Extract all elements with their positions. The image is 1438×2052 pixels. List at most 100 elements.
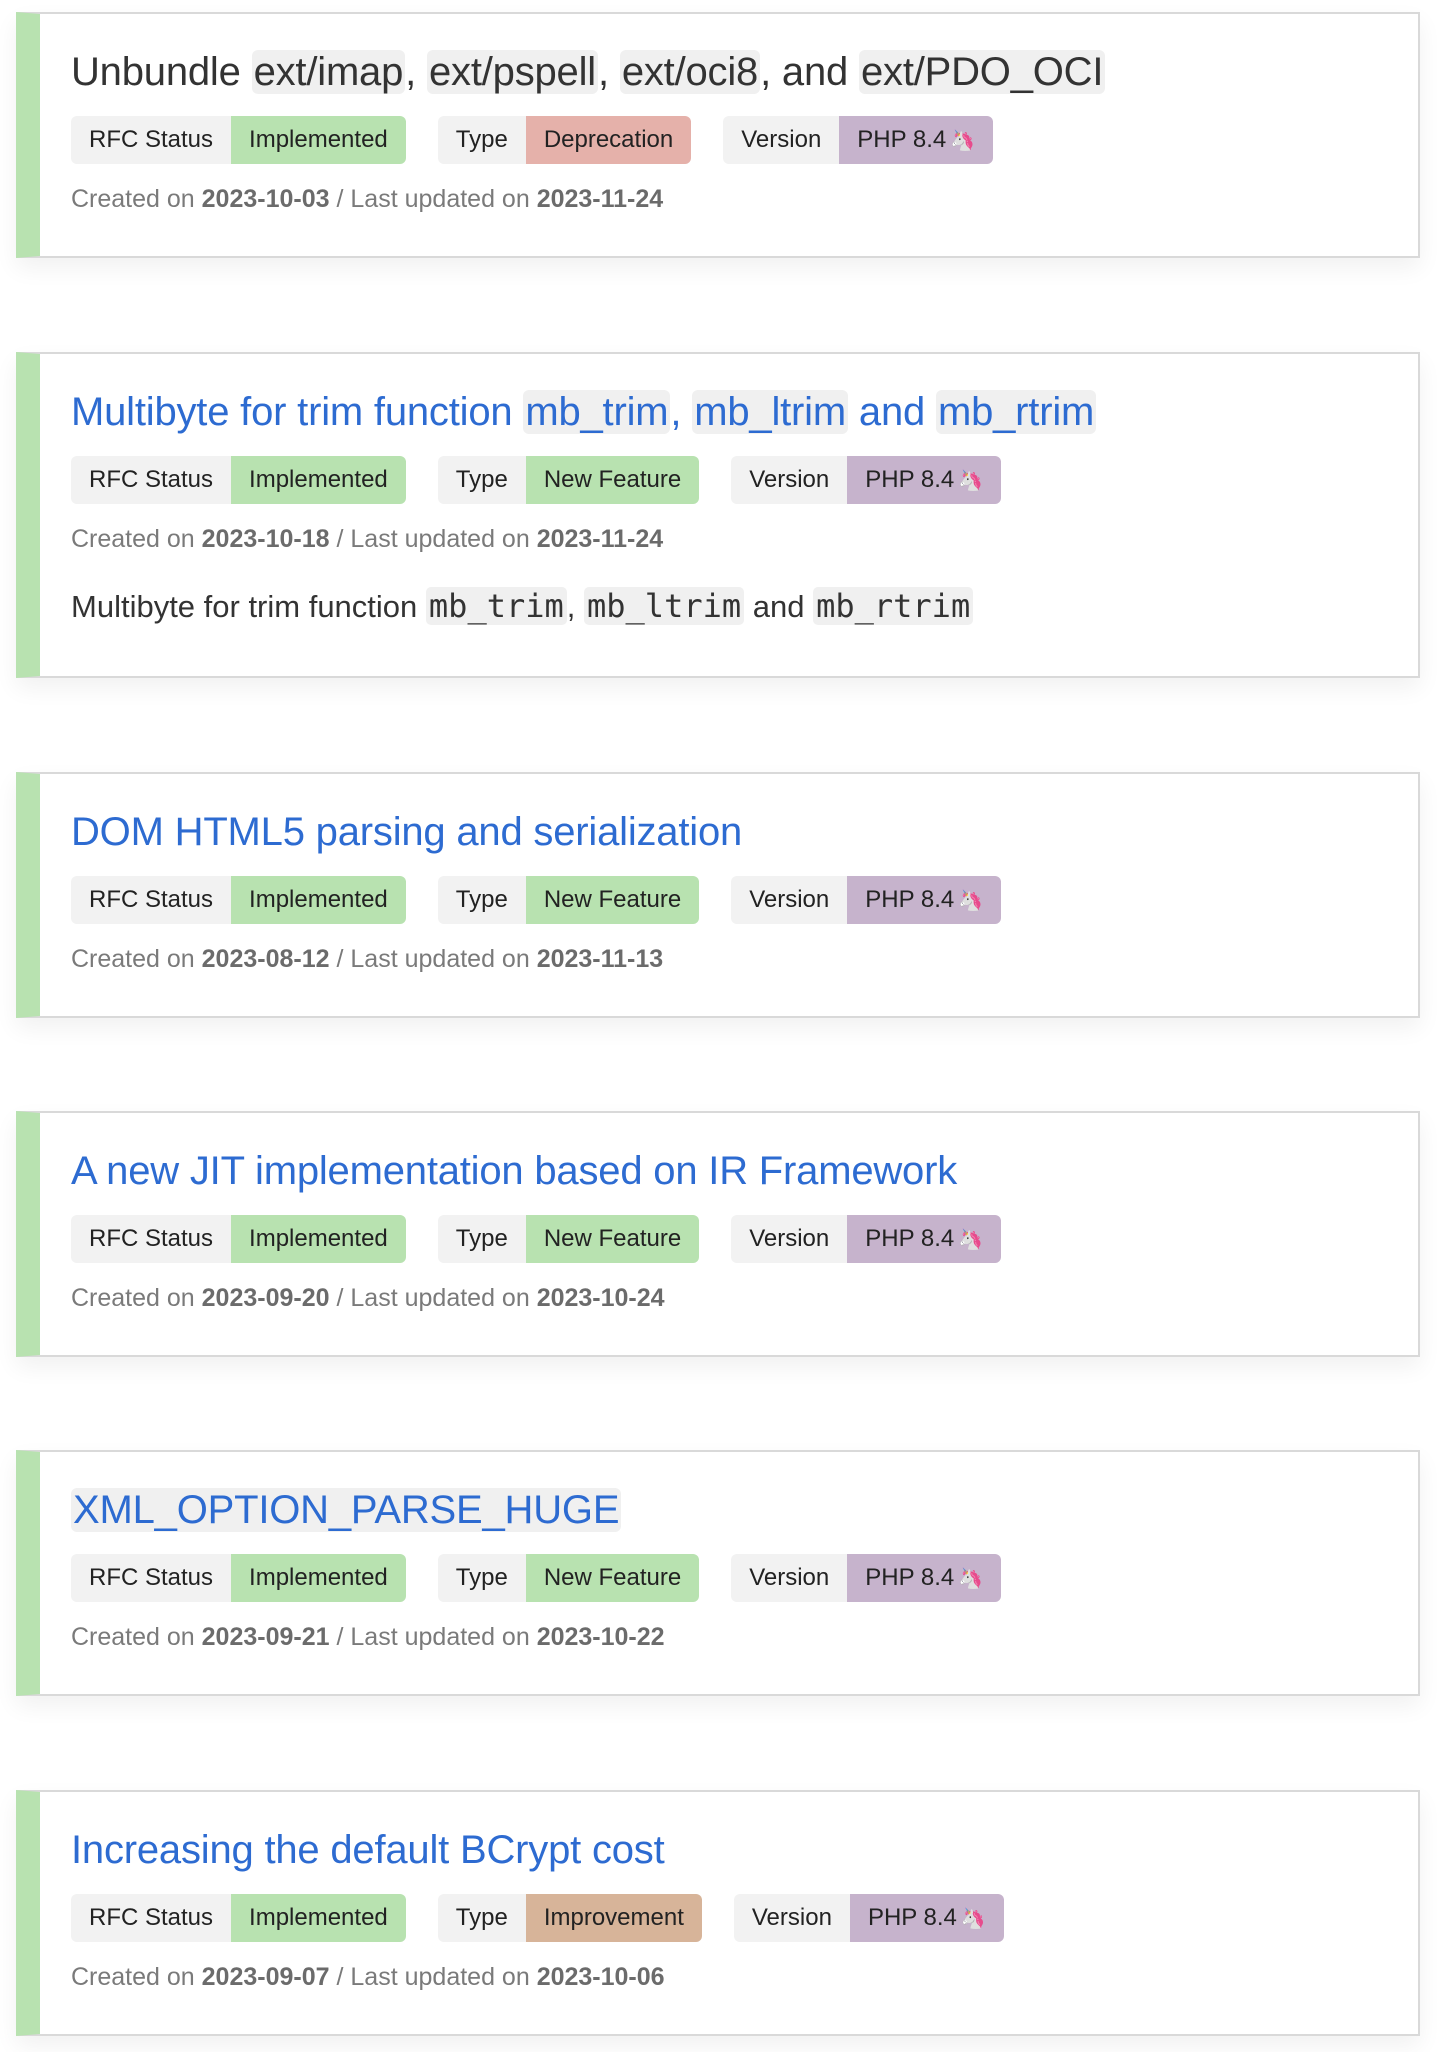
rfc-dates: Created on 2023-09-07 / Last updated on … bbox=[71, 1960, 1386, 1994]
version-label: Version bbox=[731, 876, 848, 924]
desc-text: and bbox=[744, 589, 814, 624]
updated-label: Last updated on bbox=[350, 1284, 530, 1312]
status-badge: Implemented bbox=[231, 1554, 406, 1602]
rfc-title-link[interactable]: A new JIT implementation based on IR Fra… bbox=[71, 1145, 1386, 1197]
updated-date: 2023-10-22 bbox=[536, 1623, 665, 1651]
updated-date: 2023-11-13 bbox=[536, 945, 664, 973]
rfc-title: Unbundle ext/imap, ext/pspell, ext/oci8,… bbox=[71, 46, 1386, 98]
date-separator: / bbox=[336, 945, 344, 973]
type-tag: Type Deprecation bbox=[437, 116, 692, 164]
updated-label: Last updated on bbox=[350, 1623, 530, 1651]
status-badge: Implemented bbox=[231, 1894, 406, 1942]
status-label: RFC Status bbox=[71, 876, 232, 924]
tag-row: RFC Status Implemented Type Deprecation Ve… bbox=[71, 116, 1386, 164]
title-code: ext/imap bbox=[251, 50, 406, 94]
type-badge: Deprecation bbox=[525, 116, 692, 164]
status-badge: Implemented bbox=[231, 876, 406, 924]
version-label: Version bbox=[733, 1894, 850, 1942]
version-tag: Version PHP 8.4 🦄 bbox=[731, 1215, 1002, 1263]
desc-code: mb_trim bbox=[425, 587, 567, 625]
status-label: RFC Status bbox=[71, 456, 232, 504]
title-code[interactable]: mb_trim bbox=[523, 390, 671, 434]
version-tag: Version PHP 8.4 🦄 bbox=[731, 876, 1002, 924]
status-tag: RFC Status Implemented bbox=[71, 1894, 406, 1942]
version-badge: PHP 8.4 🦄 bbox=[849, 1894, 1004, 1942]
desc-code: mb_rtrim bbox=[813, 587, 974, 625]
status-tag: RFC Status Implemented bbox=[71, 1554, 406, 1602]
status-tag: RFC Status Implemented bbox=[71, 116, 406, 164]
type-label: Type bbox=[437, 876, 526, 924]
type-badge: New Feature bbox=[525, 876, 700, 924]
version-tag: Version PHP 8.4 🦄 bbox=[731, 1554, 1002, 1602]
rfc-dates: Created on 2023-10-18 / Last updated on … bbox=[71, 522, 1386, 556]
status-label: RFC Status bbox=[71, 1215, 232, 1263]
rfc-title-link[interactable]: XML_OPTION_PARSE_HUGE bbox=[71, 1484, 1386, 1536]
type-tag: Type Improvement bbox=[437, 1894, 702, 1942]
version-text: PHP 8.4 bbox=[865, 466, 955, 493]
title-code[interactable]: XML_OPTION_PARSE_HUGE bbox=[71, 1488, 622, 1532]
rfc-card: Unbundle ext/imap, ext/pspell, ext/oci8,… bbox=[16, 12, 1420, 258]
updated-label: Last updated on bbox=[350, 945, 530, 973]
updated-label: Last updated on bbox=[350, 1963, 530, 1991]
version-badge: PHP 8.4 🦄 bbox=[847, 876, 1002, 924]
rfc-title-link[interactable]: Increasing the default BCrypt cost bbox=[71, 1824, 1386, 1876]
version-label: Version bbox=[723, 116, 840, 164]
created-date: 2023-09-21 bbox=[201, 1623, 330, 1651]
rfc-card: A new JIT implementation based on IR Fra… bbox=[16, 1111, 1420, 1357]
status-tag: RFC Status Implemented bbox=[71, 1215, 406, 1263]
version-text: PHP 8.4 bbox=[865, 886, 955, 913]
created-date: 2023-08-12 bbox=[201, 945, 330, 973]
created-date: 2023-09-20 bbox=[201, 1284, 330, 1312]
type-label: Type bbox=[437, 116, 526, 164]
title-code[interactable]: mb_rtrim bbox=[935, 390, 1097, 434]
rfc-list: Unbundle ext/imap, ext/pspell, ext/oci8,… bbox=[0, 0, 1438, 2052]
type-label: Type bbox=[437, 1894, 526, 1942]
unicorn-icon: 🦄 bbox=[958, 1229, 984, 1251]
title-code: ext/oci8 bbox=[619, 50, 761, 94]
title-code: ext/pspell bbox=[426, 50, 598, 94]
date-separator: / bbox=[336, 185, 344, 213]
created-date: 2023-10-18 bbox=[201, 525, 330, 553]
status-tag: RFC Status Implemented bbox=[71, 876, 406, 924]
rfc-card: DOM HTML5 parsing and serialization RFC … bbox=[16, 772, 1420, 1018]
rfc-card: Multibyte for trim function mb_trim, mb_… bbox=[16, 352, 1420, 678]
rfc-title-link[interactable]: DOM HTML5 parsing and serialization bbox=[71, 806, 1386, 858]
title-code: ext/PDO_OCI bbox=[858, 50, 1106, 94]
title-text: Unbundle bbox=[71, 50, 252, 94]
tag-row: RFC Status Implemented Type New Feature Ve… bbox=[71, 456, 1386, 504]
type-tag: Type New Feature bbox=[437, 1215, 700, 1263]
updated-date: 2023-10-06 bbox=[536, 1963, 665, 1991]
title-code[interactable]: mb_ltrim bbox=[692, 390, 848, 434]
title-text[interactable]: , bbox=[670, 390, 692, 434]
title-text[interactable]: and bbox=[848, 390, 936, 434]
version-label: Version bbox=[731, 1215, 848, 1263]
version-tag: Version PHP 8.4 🦄 bbox=[731, 456, 1002, 504]
title-text: , bbox=[597, 50, 620, 94]
rfc-dates: Created on 2023-10-03 / Last updated on … bbox=[71, 182, 1386, 216]
type-tag: Type New Feature bbox=[437, 456, 700, 504]
type-tag: Type New Feature bbox=[437, 1554, 700, 1602]
desc-text: , bbox=[566, 589, 584, 624]
updated-label: Last updated on bbox=[350, 525, 530, 553]
status-label: RFC Status bbox=[71, 1554, 232, 1602]
type-label: Type bbox=[437, 1554, 526, 1602]
status-badge: Implemented bbox=[231, 116, 406, 164]
tag-row: RFC Status Implemented Type New Feature Ve… bbox=[71, 1554, 1386, 1602]
title-text: , and bbox=[760, 50, 859, 94]
version-tag: Version PHP 8.4 🦄 bbox=[733, 1894, 1004, 1942]
date-separator: / bbox=[336, 1284, 344, 1312]
version-text: PHP 8.4 bbox=[865, 1225, 955, 1252]
version-text: PHP 8.4 bbox=[867, 1904, 957, 1931]
type-badge: New Feature bbox=[525, 1215, 700, 1263]
version-label: Version bbox=[731, 456, 848, 504]
rfc-dates: Created on 2023-09-20 / Last updated on … bbox=[71, 1281, 1386, 1315]
title-text[interactable]: Multibyte for trim function bbox=[71, 390, 523, 434]
type-badge: Improvement bbox=[525, 1894, 702, 1942]
rfc-card: XML_OPTION_PARSE_HUGE RFC Status Implemen… bbox=[16, 1450, 1420, 1696]
rfc-title-link[interactable]: Multibyte for trim function mb_trim, mb_… bbox=[71, 386, 1386, 438]
version-label: Version bbox=[731, 1554, 848, 1602]
version-tag: Version PHP 8.4 🦄 bbox=[723, 116, 994, 164]
rfc-dates: Created on 2023-09-21 / Last updated on … bbox=[71, 1620, 1386, 1654]
updated-label: Last updated on bbox=[350, 185, 530, 213]
version-text: PHP 8.4 bbox=[865, 1564, 955, 1591]
